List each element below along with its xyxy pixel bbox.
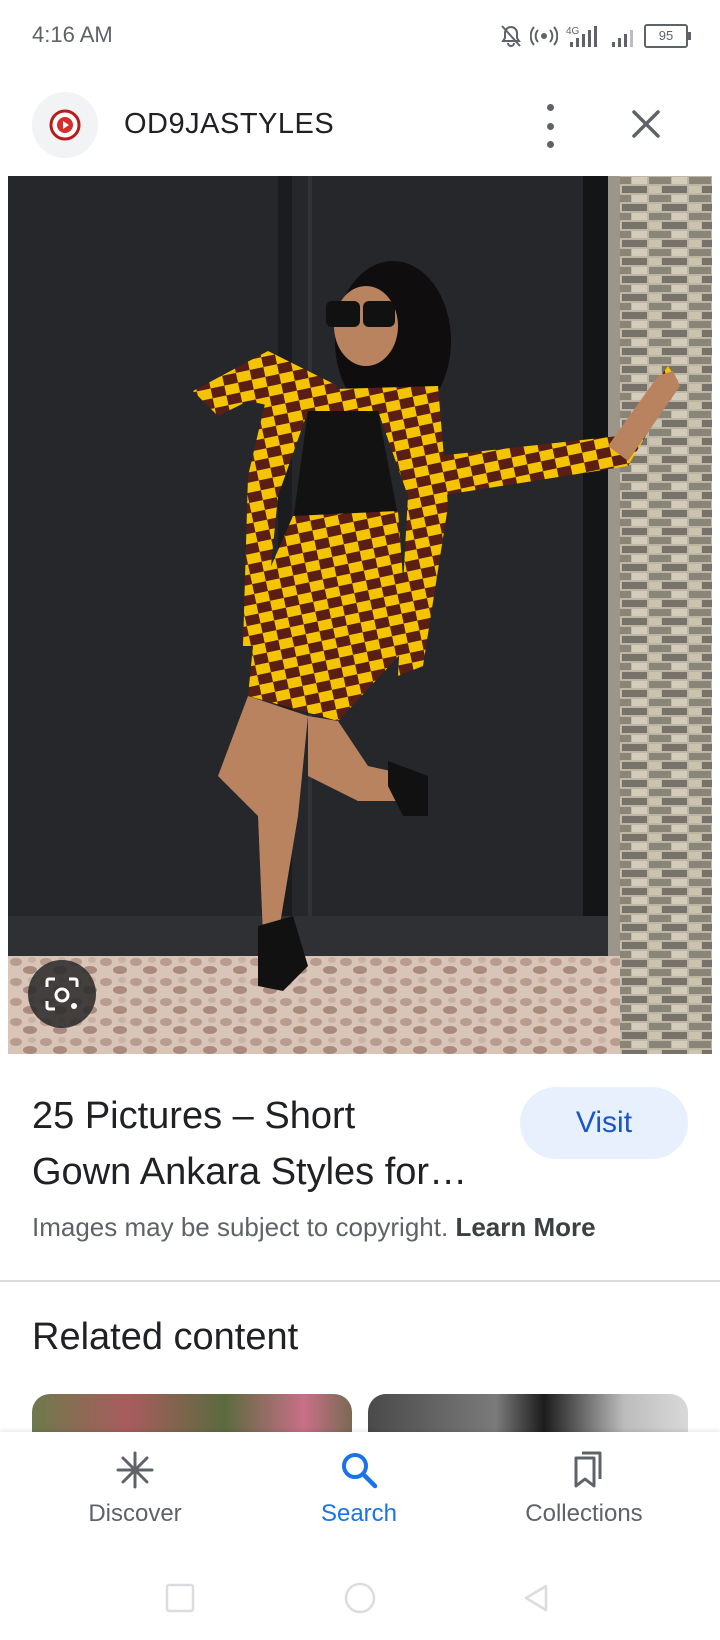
signal-4g-icon: 4G xyxy=(566,26,597,47)
battery-level: 95 xyxy=(658,28,674,43)
search-icon xyxy=(342,1453,378,1489)
section-divider xyxy=(0,1280,720,1282)
status-icons: 4G 95 xyxy=(500,22,691,50)
nav-discover-label: Discover xyxy=(88,1500,182,1527)
source-logo-icon xyxy=(49,109,81,141)
result-image[interactable] xyxy=(8,176,712,1054)
fashion-photo xyxy=(8,176,712,1054)
result-header: OD9JASTYLES xyxy=(0,86,720,166)
signal-icon xyxy=(612,30,633,47)
learn-more-link[interactable]: Learn More xyxy=(455,1212,595,1242)
svg-text:4G: 4G xyxy=(566,26,580,37)
bottom-navigation: Discover Search Collections xyxy=(0,1432,720,1552)
result-title-line-1: 25 Pictures – Short xyxy=(32,1095,356,1137)
result-title-line-2: Gown Ankara Styles for… xyxy=(32,1151,468,1193)
source-avatar[interactable] xyxy=(32,92,98,158)
recents-icon[interactable] xyxy=(164,1582,196,1614)
copyright-text: Images may be subject to copyright. xyxy=(32,1212,449,1242)
lens-camera-icon xyxy=(45,977,79,1011)
more-vert-icon xyxy=(546,104,554,111)
nav-collections[interactable]: Collections xyxy=(484,1450,684,1528)
more-options-button[interactable] xyxy=(530,104,570,148)
battery-icon: 95 xyxy=(644,24,691,48)
visit-button[interactable]: Visit xyxy=(520,1087,688,1159)
hotspot-icon xyxy=(530,26,558,46)
status-time: 4:16 AM xyxy=(32,22,113,47)
nav-search[interactable]: Search xyxy=(259,1450,459,1528)
close-icon[interactable] xyxy=(624,102,668,146)
asterisk-icon xyxy=(116,1451,154,1489)
result-title[interactable]: 25 Pictures – Short Gown Ankara Styles f… xyxy=(32,1088,492,1200)
system-navigation-bar xyxy=(0,1552,720,1640)
related-thumbnail-2[interactable] xyxy=(368,1394,688,1434)
lens-search-button[interactable] xyxy=(28,960,96,1028)
bookmarks-icon xyxy=(574,1451,602,1488)
home-icon[interactable] xyxy=(342,1580,378,1616)
nav-search-label: Search xyxy=(320,1500,398,1527)
back-icon[interactable] xyxy=(520,1582,552,1614)
source-name[interactable]: OD9JASTYLES xyxy=(124,108,334,141)
notifications-off-icon xyxy=(501,25,521,48)
related-thumbnail-1[interactable] xyxy=(32,1394,352,1434)
copyright-notice: Images may be subject to copyright. Lear… xyxy=(32,1212,596,1243)
related-content-heading: Related content xyxy=(32,1316,299,1358)
nav-discover[interactable]: Discover xyxy=(35,1450,235,1528)
status-bar: 4:16 AM 4G 95 xyxy=(0,0,720,72)
nav-collections-label: Collections xyxy=(525,1500,643,1527)
